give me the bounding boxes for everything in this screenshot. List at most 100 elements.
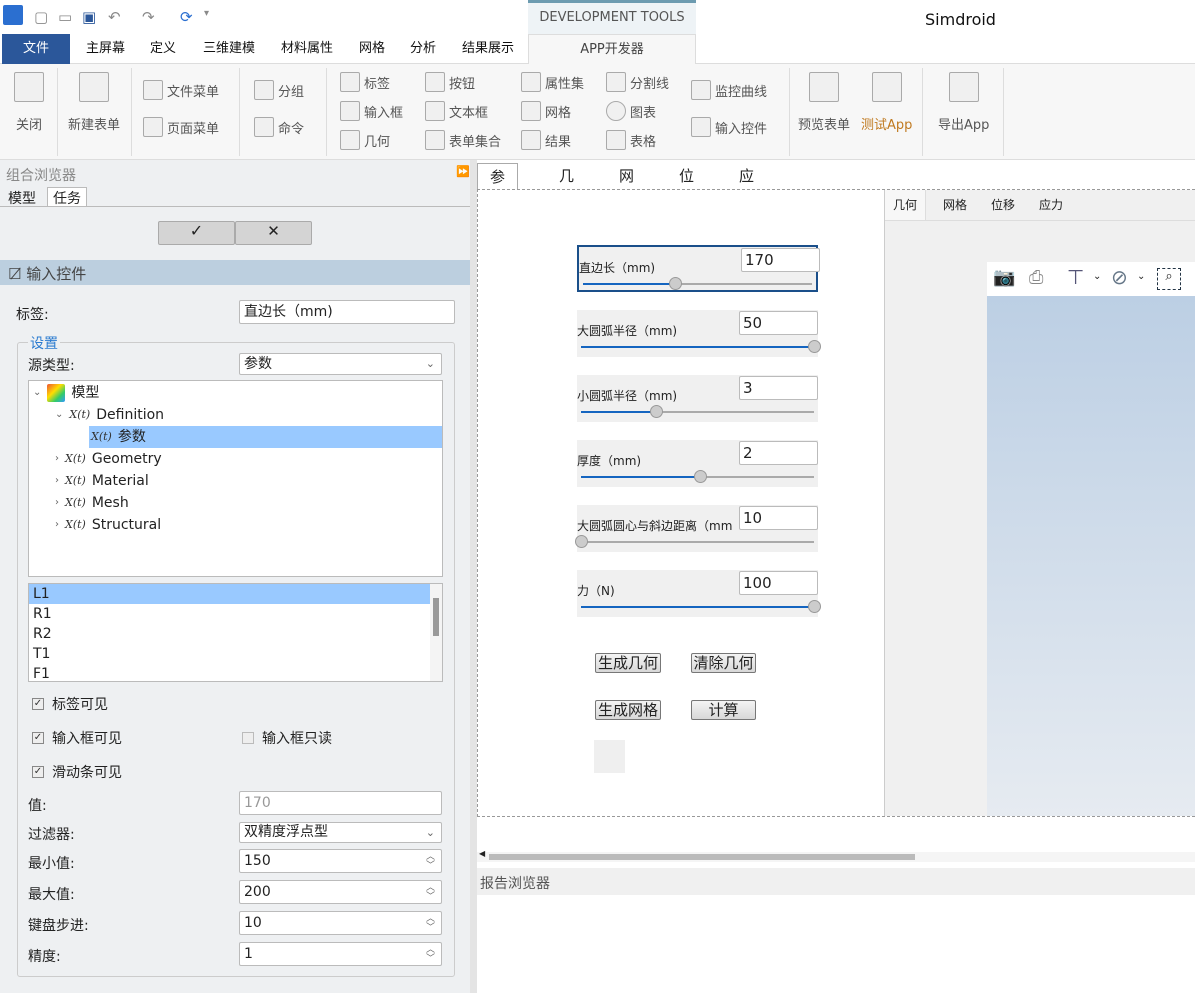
slider-visible-checkbox[interactable]: ✓ 滑动条可见 — [32, 762, 122, 782]
generate-geometry-button[interactable]: 生成几何 — [595, 653, 661, 673]
save-icon[interactable]: ▣ — [82, 8, 96, 26]
label-visible-checkbox[interactable]: ✓ 标签可见 — [32, 694, 108, 714]
input-button[interactable]: 输入框 — [340, 101, 403, 121]
source-type-select[interactable]: 参数 ⌄ — [239, 353, 442, 375]
slider-thumb[interactable] — [693, 470, 707, 483]
control-value-input[interactable]: 170 — [741, 248, 820, 272]
control-slider[interactable] — [581, 340, 821, 353]
menu-file[interactable]: 文件 — [2, 34, 70, 64]
confirm-button[interactable]: ✓ — [158, 221, 235, 245]
slider-thumb[interactable] — [649, 405, 663, 418]
camera-icon[interactable]: 📷 — [993, 267, 1015, 288]
slider-thumb[interactable] — [668, 277, 682, 290]
undo-icon[interactable]: ↶ — [108, 8, 121, 26]
control-slider[interactable] — [581, 405, 814, 418]
spin-arrows-icon[interactable]: ︿ ﹀ — [426, 853, 435, 871]
slider-thumb[interactable] — [808, 340, 821, 353]
spin-arrows-icon[interactable]: ︿ ﹀ — [426, 915, 435, 933]
customize-icon[interactable]: ▾ — [204, 8, 209, 19]
control-value-input[interactable]: 10 — [739, 506, 818, 530]
monitor-curve-button[interactable]: 监控曲线 — [691, 80, 767, 100]
menu-3d[interactable]: 三维建模 — [203, 34, 255, 64]
viewer-tab-geometry[interactable]: 几何 — [885, 190, 927, 220]
redo-icon[interactable]: ↷ — [142, 8, 155, 26]
tree-item-model[interactable]: ⌄ 模型 — [33, 382, 99, 404]
max-spinbox[interactable]: 200 ︿ ﹀ — [239, 880, 442, 904]
viewer-tab-mesh[interactable]: 网格 — [935, 190, 975, 220]
menu-material[interactable]: 材料属性 — [281, 34, 333, 64]
file-menu-button[interactable]: 文件菜单 — [143, 80, 219, 100]
divider-button[interactable]: 分割线 — [606, 72, 669, 92]
tree-item-mesh[interactable]: › X(t) Mesh — [55, 492, 129, 514]
control-slider[interactable] — [581, 600, 821, 613]
list-item[interactable]: T1 — [29, 644, 442, 664]
control-slider[interactable] — [581, 470, 814, 483]
mesh-button[interactable]: 网格 — [521, 101, 571, 121]
input-control-button[interactable]: 输入控件 — [691, 117, 767, 137]
spin-arrows-icon[interactable]: ︿ ﹀ — [426, 884, 435, 902]
zoom-box-icon[interactable]: ⌕ — [1157, 268, 1181, 290]
tree-item-definition[interactable]: ⌄ X(t) Definition — [55, 404, 164, 426]
form-set-button[interactable]: 表单集合 — [425, 130, 501, 150]
tab-model[interactable]: 模型 — [8, 188, 36, 208]
list-item[interactable]: R2 — [29, 624, 442, 644]
menu-analysis[interactable]: 分析 — [410, 34, 436, 64]
splitter[interactable] — [470, 160, 477, 993]
chevron-down-icon[interactable]: ⌄ — [1093, 271, 1101, 282]
menu-home[interactable]: 主屏幕 — [86, 34, 125, 64]
button-button[interactable]: 按钮 — [425, 72, 475, 92]
tree-item-params[interactable]: X(t) 参数 — [89, 426, 442, 448]
control-value-input[interactable]: 2 — [739, 441, 818, 465]
input-readonly-checkbox[interactable]: 输入框只读 — [242, 728, 332, 748]
list-item[interactable]: F1 — [29, 664, 442, 681]
chart-button[interactable]: 图表 — [606, 101, 656, 121]
menu-app-developer[interactable]: APP开发器 — [528, 34, 696, 65]
geometry-button[interactable]: 几何 — [340, 130, 390, 150]
tree-item-structural[interactable]: › X(t) Structural — [55, 514, 161, 536]
preview-form-button[interactable]: 预览表单 — [798, 72, 850, 133]
property-set-button[interactable]: 属性集 — [521, 72, 584, 92]
menu-mesh[interactable]: 网格 — [359, 34, 385, 64]
tab-geometry[interactable]: 几何 — [547, 163, 586, 211]
table-button[interactable]: 表格 — [606, 130, 656, 150]
close-button[interactable]: 关闭 — [14, 72, 44, 133]
axis-icon[interactable]: ⊤ — [1067, 265, 1084, 289]
viewer-tab-stress[interactable]: 应力 — [1031, 190, 1071, 220]
tree-item-material[interactable]: › X(t) Material — [55, 470, 149, 492]
print-icon[interactable]: ⎙ — [1029, 267, 1043, 288]
cancel-button[interactable]: ✕ — [235, 221, 312, 245]
list-scrollbar[interactable] — [430, 584, 442, 681]
compute-button[interactable]: 计算 — [691, 700, 756, 720]
refresh-icon[interactable]: ⟳ — [180, 8, 193, 26]
tab-task[interactable]: 任务 — [47, 187, 87, 207]
label-button[interactable]: 标签 — [340, 72, 390, 92]
tab-stress[interactable]: 应力 — [727, 163, 766, 211]
slider-thumb[interactable] — [575, 535, 588, 548]
min-spinbox[interactable]: 150 ︿ ﹀ — [239, 849, 442, 873]
input-visible-checkbox[interactable]: ✓ 输入框可见 — [32, 728, 122, 748]
list-item[interactable]: L1 — [29, 584, 442, 604]
chevron-down-icon[interactable]: ⌄ — [1137, 271, 1145, 282]
test-app-button[interactable]: 测试App — [861, 72, 912, 133]
group-button[interactable]: 分组 — [254, 80, 304, 100]
menu-define[interactable]: 定义 — [150, 34, 176, 64]
no-entry-icon[interactable]: ⊘ — [1111, 265, 1128, 289]
label-input[interactable]: 直边长（mm) — [239, 300, 455, 324]
control-slider[interactable] — [575, 535, 814, 548]
tab-mesh[interactable]: 网格 — [607, 163, 646, 211]
page-menu-button[interactable]: 页面菜单 — [143, 117, 219, 137]
slider-thumb[interactable] — [808, 600, 821, 613]
menu-results[interactable]: 结果展示 — [462, 34, 514, 64]
control-slider[interactable] — [583, 277, 812, 290]
tab-params1[interactable]: 参数1 — [477, 163, 519, 238]
new-icon[interactable]: ▢ — [34, 8, 48, 26]
horizontal-scrollbar[interactable]: ◀ — [477, 849, 1195, 862]
list-item[interactable]: R1 — [29, 604, 442, 624]
tree-item-geometry[interactable]: › X(t) Geometry — [55, 448, 162, 470]
step-spinbox[interactable]: 10 ︿ ﹀ — [239, 911, 442, 935]
export-app-button[interactable]: 导出App — [938, 72, 989, 133]
clear-geometry-button[interactable]: 清除几何 — [691, 653, 756, 673]
collapse-icon[interactable]: ⏩ — [456, 165, 470, 178]
viewer-tab-displacement[interactable]: 位移 — [983, 190, 1023, 220]
textbox-button[interactable]: 文本框 — [425, 101, 488, 121]
